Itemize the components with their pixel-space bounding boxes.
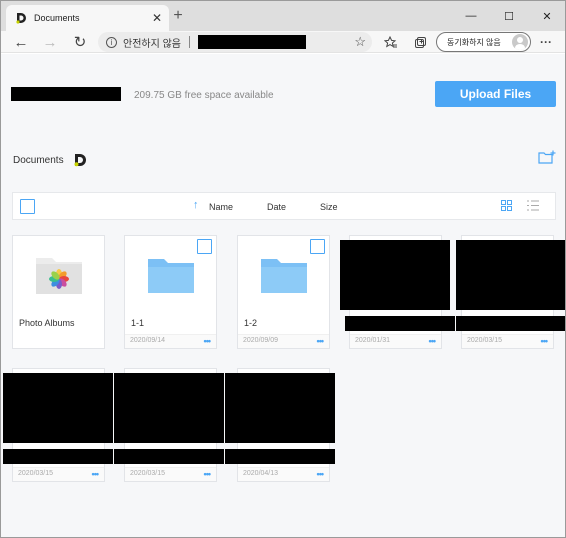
redacted-filename <box>114 449 224 464</box>
refresh-icon[interactable]: ↻ <box>70 32 90 52</box>
upload-files-button[interactable]: Upload Files <box>435 81 556 107</box>
security-label: 안전하지 않음 <box>123 38 181 50</box>
forward-arrow-icon[interactable]: → <box>40 32 60 52</box>
page-content: 209.75 GB free space available Upload Fi… <box>1 54 565 537</box>
file-checkbox[interactable] <box>310 239 325 254</box>
sync-label: 동기화하지 않음 <box>447 37 501 47</box>
new-folder-icon[interactable] <box>538 150 556 164</box>
maximize-button[interactable]: ☐ <box>490 1 528 31</box>
tab-title: Documents <box>34 13 80 23</box>
favorites-list-icon[interactable] <box>381 32 401 52</box>
new-tab-button[interactable]: + <box>171 7 185 25</box>
app-logo-icon <box>74 154 86 167</box>
file-checkbox[interactable] <box>197 239 212 254</box>
photo-albums-folder-icon <box>35 258 82 294</box>
redacted-url <box>197 35 306 49</box>
settings-more-icon[interactable]: ··· <box>536 32 556 52</box>
folder-icon <box>260 259 307 293</box>
redacted-thumbnail <box>340 240 450 310</box>
browser-tab[interactable]: Documents ✕ <box>6 5 169 31</box>
file-card[interactable]: 1-2 2020/09/09 ••• <box>237 235 330 349</box>
folder-icon <box>147 259 194 293</box>
redacted-thumbnail <box>3 373 113 443</box>
more-options-icon[interactable]: ••• <box>317 469 325 479</box>
file-footer: 2020/03/15 ••• <box>13 467 104 481</box>
address-bar: ← → ↻ i 안전하지 않음 ☆ 동기화하지 않음 ··· <box>1 31 565 53</box>
file-list-toolbar: ↑ Name Date Size <box>12 192 556 220</box>
file-footer: 2020/04/13 ••• <box>238 467 329 481</box>
file-card[interactable]: Photo Albums <box>12 235 105 349</box>
browser-window: Documents ✕ + — ☐ ✕ ← → ↻ i 안전하지 않음 ☆ 동기… <box>0 0 566 538</box>
redacted-filename <box>456 316 565 331</box>
file-date: 2020/03/15 <box>130 470 166 477</box>
more-options-icon[interactable]: ••• <box>92 469 100 479</box>
sort-by-name[interactable]: Name <box>209 202 233 212</box>
file-date: 2020/09/14 <box>130 337 166 344</box>
file-date: 2020/01/31 <box>355 337 391 344</box>
list-view-icon[interactable] <box>527 200 539 211</box>
photo-albums-thumbnail <box>13 236 104 314</box>
info-icon[interactable]: i <box>106 36 117 48</box>
more-options-icon[interactable]: ••• <box>317 336 325 346</box>
collections-icon[interactable] <box>410 32 430 52</box>
sync-profile-button[interactable]: 동기화하지 않음 <box>436 32 531 52</box>
file-name: 1-2 <box>244 318 258 328</box>
file-footer: 2020/03/15 ••• <box>125 467 216 481</box>
sort-by-size[interactable]: Size <box>320 202 338 212</box>
storage-free-text: 209.75 GB free space available <box>134 90 274 101</box>
url-separator <box>188 36 190 48</box>
redacted-device-name <box>11 87 121 101</box>
file-date: 2020/04/13 <box>243 470 279 477</box>
file-date: 2020/03/15 <box>467 337 503 344</box>
file-footer: 2020/03/15 ••• <box>462 334 553 348</box>
more-options-icon[interactable]: ••• <box>541 336 549 346</box>
file-footer: 2020/09/14 ••• <box>125 334 216 348</box>
select-all-checkbox[interactable] <box>20 199 35 214</box>
file-name: 1-1 <box>131 318 145 328</box>
file-date: 2020/09/09 <box>243 337 279 344</box>
title-bar: Documents ✕ + — ☐ ✕ <box>1 1 565 31</box>
grid-view-icon[interactable] <box>501 200 512 211</box>
sort-by-date[interactable]: Date <box>267 202 286 212</box>
breadcrumb: Documents <box>13 153 87 167</box>
favorite-star-icon[interactable]: ☆ <box>354 34 366 50</box>
more-options-icon[interactable]: ••• <box>204 336 212 346</box>
close-window-button[interactable]: ✕ <box>528 1 565 31</box>
file-footer: 2020/01/31 ••• <box>350 334 441 348</box>
minimize-button[interactable]: — <box>452 1 490 31</box>
redacted-thumbnail <box>114 373 224 443</box>
file-footer: 2020/09/09 ••• <box>238 334 329 348</box>
breadcrumb-documents[interactable]: Documents <box>13 155 64 166</box>
file-date: 2020/03/15 <box>18 470 54 477</box>
redacted-thumbnail <box>225 373 335 443</box>
more-options-icon[interactable]: ••• <box>429 336 437 346</box>
redacted-filename <box>345 316 455 331</box>
sort-ascending-icon[interactable]: ↑ <box>193 199 199 211</box>
site-favicon-icon <box>14 11 28 25</box>
url-field[interactable]: i 안전하지 않음 ☆ <box>98 32 372 52</box>
file-name: Photo Albums <box>19 318 75 328</box>
more-options-icon[interactable]: ••• <box>204 469 212 479</box>
tab-close-icon[interactable]: ✕ <box>149 11 165 25</box>
back-arrow-icon[interactable]: ← <box>11 32 31 52</box>
avatar <box>512 34 528 50</box>
file-card[interactable]: 1-1 2020/09/14 ••• <box>124 235 217 349</box>
redacted-thumbnail <box>456 240 565 310</box>
redacted-filename <box>225 449 335 464</box>
redacted-filename <box>3 449 113 464</box>
